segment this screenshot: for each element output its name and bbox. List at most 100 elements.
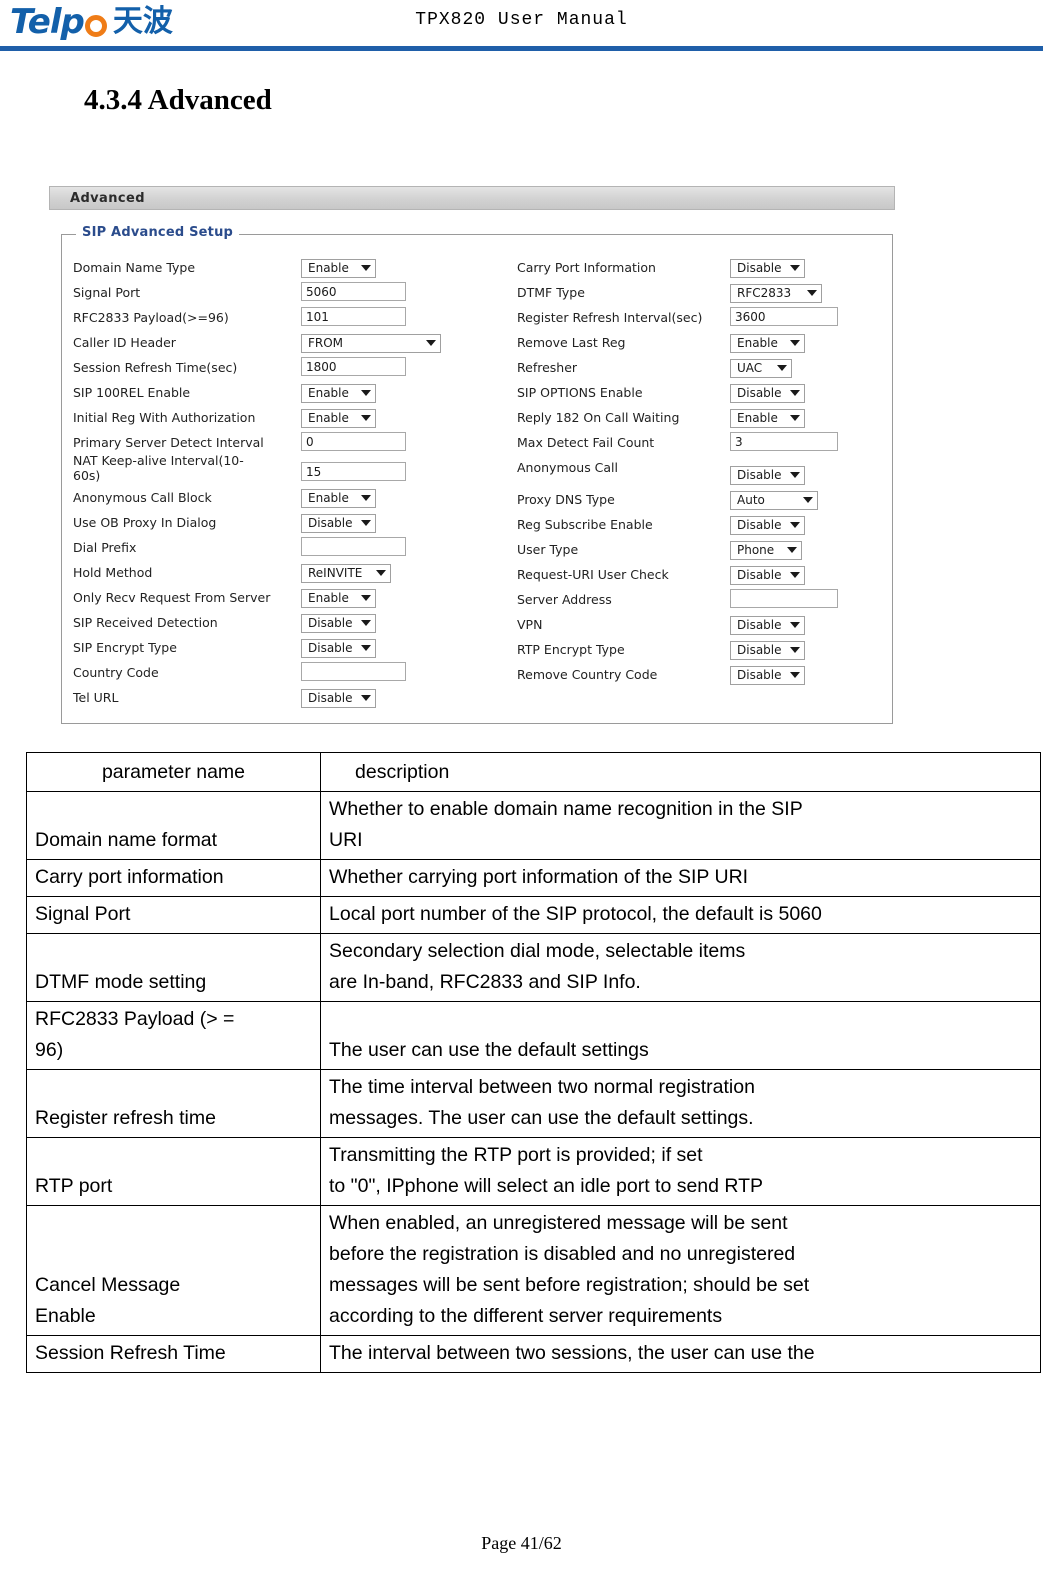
setting-label: Refresher [517, 360, 578, 375]
select-refresher[interactable]: UAC [730, 358, 792, 378]
table-header-row: parameter name description [26, 752, 1041, 792]
setting-label: Server Address [517, 592, 612, 607]
select-initial-reg-with-authorization[interactable]: Enable [301, 408, 376, 428]
select-value: ReINVITE [308, 566, 363, 580]
setting-row-refresher: Refresher UAC [517, 357, 887, 382]
chevron-down-icon [361, 620, 371, 626]
select-domain-name-type[interactable]: Enable [301, 258, 376, 278]
chevron-down-icon [361, 645, 371, 651]
setting-label: Anonymous Call [517, 460, 619, 475]
cell-description: When enabled, an unregistered message wi… [320, 1205, 1041, 1336]
select-request-uri-user-check[interactable]: Disable [730, 565, 805, 585]
panel-title: Advanced [70, 191, 145, 206]
cell-description: The user can use the default settings [320, 1001, 1041, 1070]
select-carry-port-information[interactable]: Disable [730, 258, 805, 278]
select-sip-encrypt-type[interactable]: Disable [301, 638, 376, 658]
table-row: Cancel Message Enable When enabled, an unr… [26, 1205, 1041, 1336]
input-max-detect-fail-count[interactable]: 3 [730, 432, 838, 451]
select-value: Auto [737, 493, 765, 507]
select-reg-subscribe-enable[interactable]: Disable [730, 515, 805, 535]
chevron-down-icon [790, 522, 800, 528]
setting-label: Reg Subscribe Enable [517, 517, 653, 532]
chevron-down-icon [361, 495, 371, 501]
setting-label: SIP 100REL Enable [73, 385, 191, 400]
cell-description: Transmitting the RTP port is provided; i… [320, 1137, 1041, 1206]
select-value: UAC [737, 361, 763, 375]
select-anonymous-call[interactable]: Disable [730, 465, 805, 485]
select-value: Disable [308, 516, 353, 530]
chevron-down-icon [790, 672, 800, 678]
cell-parameter-name: Signal Port [26, 896, 321, 934]
chevron-down-icon [803, 497, 813, 503]
select-sip-100rel-enable[interactable]: Enable [301, 383, 376, 403]
cell-parameter-name: Domain name format [26, 791, 321, 860]
setting-row-register-refresh-interval-sec: Register Refresh Interval(sec) 3600 [517, 307, 887, 332]
sip-advanced-setup-fieldset: SIP Advanced Setup Domain Name Type Enabl… [61, 225, 893, 724]
table-row: DTMF mode setting Secondary selection dia… [26, 933, 1041, 1002]
setting-row-session-refresh-time-sec: Session Refresh Time(sec) 1800 [73, 357, 473, 382]
setting-label: Caller ID Header [73, 335, 176, 350]
setting-row-max-detect-fail-count: Max Detect Fail Count 3 [517, 432, 887, 457]
cell-description: The time interval between two normal reg… [320, 1069, 1041, 1138]
select-remove-last-reg[interactable]: Enable [730, 333, 805, 353]
select-caller-id-header[interactable]: FROM [301, 333, 441, 353]
chevron-down-icon [790, 472, 800, 478]
cell-description: Local port number of the SIP protocol, t… [320, 896, 1041, 934]
select-value: Disable [737, 618, 782, 632]
parameter-description-table: parameter name description Domain name f… [26, 752, 1041, 1373]
select-only-recv-request-from-server[interactable]: Enable [301, 588, 376, 608]
select-user-type[interactable]: Phone [730, 540, 802, 560]
setting-label: Primary Server Detect Interval [73, 435, 264, 450]
setting-label: SIP OPTIONS Enable [517, 385, 643, 400]
select-value: Enable [737, 336, 778, 350]
select-sip-options-enable[interactable]: Disable [730, 383, 805, 403]
table-row: Session Refresh Time The interval between… [26, 1335, 1041, 1373]
table-row: Domain name format Whether to enable doma… [26, 791, 1041, 860]
setting-label: SIP Encrypt Type [73, 640, 177, 655]
select-rtp-encrypt-type[interactable]: Disable [730, 640, 805, 660]
select-use-ob-proxy-in-dialog[interactable]: Disable [301, 513, 376, 533]
setting-row-sip-options-enable: SIP OPTIONS Enable Disable [517, 382, 887, 407]
input-primary-server-detect-interval[interactable]: 0 [301, 432, 406, 451]
select-value: Enable [308, 591, 349, 605]
input-rfc2833-payload-96[interactable]: 101 [301, 307, 406, 326]
setting-row-vpn: VPN Disable [517, 614, 887, 639]
select-value: Disable [308, 616, 353, 630]
setting-label: Reply 182 On Call Waiting [517, 410, 680, 425]
input-country-code[interactable] [301, 662, 406, 681]
input-session-refresh-time-sec[interactable]: 1800 [301, 357, 406, 376]
input-signal-port[interactable]: 5060 [301, 282, 406, 301]
select-value: Disable [737, 643, 782, 657]
select-value: Enable [308, 261, 349, 275]
select-proxy-dns-type[interactable]: Auto [730, 490, 818, 510]
setting-row-use-ob-proxy-in-dialog: Use OB Proxy In Dialog Disable [73, 512, 473, 537]
select-value: Enable [308, 386, 349, 400]
select-sip-received-detection[interactable]: Disable [301, 613, 376, 633]
select-hold-method[interactable]: ReINVITE [301, 563, 391, 583]
setting-label: Request-URI User Check [517, 567, 669, 582]
input-register-refresh-interval-sec[interactable]: 3600 [730, 307, 838, 326]
setting-label: NAT Keep-alive Interval(10- 60s) [73, 453, 244, 483]
cell-parameter-name: RTP port [26, 1137, 321, 1206]
select-anonymous-call-block[interactable]: Enable [301, 488, 376, 508]
select-tel-url[interactable]: Disable [301, 688, 376, 708]
select-reply-182-on-call-waiting[interactable]: Enable [730, 408, 805, 428]
setting-row-rtp-encrypt-type: RTP Encrypt Type Disable [517, 639, 887, 664]
setting-row-only-recv-request-from-server: Only Recv Request From Server Enable [73, 587, 473, 612]
input-server-address[interactable] [730, 589, 838, 608]
setting-label: Only Recv Request From Server [73, 590, 271, 605]
table-row: Register refresh time The time interval b… [26, 1069, 1041, 1138]
table-row: Carry port information Whether carrying p… [26, 859, 1041, 897]
setting-row-reply-182-on-call-waiting: Reply 182 On Call Waiting Enable [517, 407, 887, 432]
panel-titlebar: Advanced [49, 186, 895, 210]
setting-label: Dial Prefix [73, 540, 137, 555]
setting-row-sip-100rel-enable: SIP 100REL Enable Enable [73, 382, 473, 407]
select-dtmf-type[interactable]: RFC2833 [730, 283, 822, 303]
chevron-down-icon [361, 520, 371, 526]
input-nat-keep-alive-interval-10-60s[interactable]: 15 [301, 462, 406, 481]
input-dial-prefix[interactable] [301, 537, 406, 556]
select-remove-country-code[interactable]: Disable [730, 665, 805, 685]
select-vpn[interactable]: Disable [730, 615, 805, 635]
chevron-down-icon [787, 547, 797, 553]
setting-row-anonymous-call-block: Anonymous Call Block Enable [73, 487, 473, 512]
